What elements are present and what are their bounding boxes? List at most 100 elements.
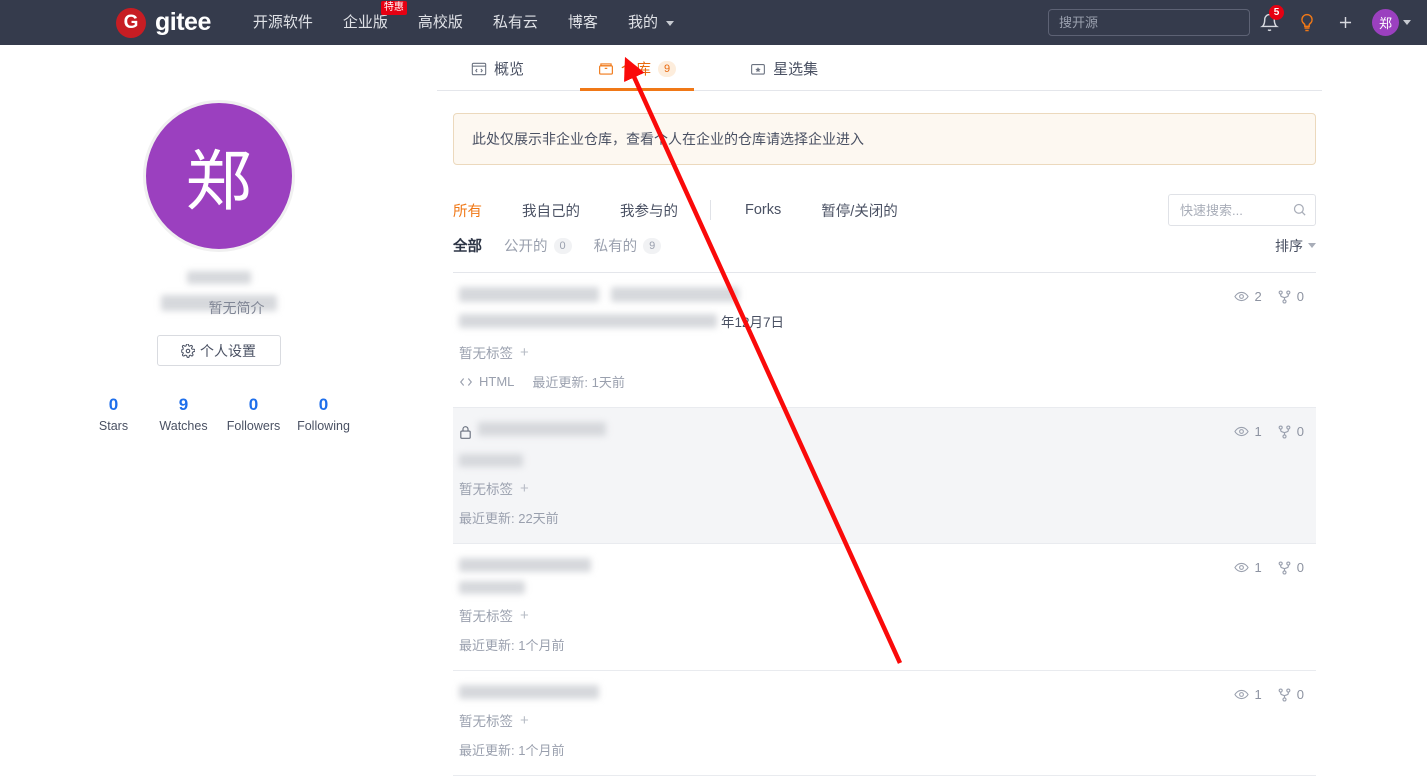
eye-icon bbox=[1233, 291, 1249, 302]
subfilter-all[interactable]: 全部 bbox=[453, 235, 482, 256]
filter-all[interactable]: 所有 bbox=[453, 200, 482, 221]
create-new-button[interactable] bbox=[1326, 0, 1364, 45]
user-menu-button[interactable]: 郑 bbox=[1364, 0, 1411, 45]
repo-description-redacted bbox=[459, 454, 523, 467]
nav-item-opensource-label: 开源软件 bbox=[252, 14, 313, 31]
tab-overview-label: 概览 bbox=[494, 61, 525, 78]
repo-watchers[interactable]: 1 bbox=[1233, 560, 1262, 575]
subfilter-public[interactable]: 公开的 0 bbox=[504, 235, 572, 256]
stat-stars-value: 0 bbox=[108, 395, 119, 414]
repo-list-item[interactable]: 暂无标签 + 最近更新: 1个月前 1 0 bbox=[453, 671, 1316, 776]
nav-item-university[interactable]: 高校版 bbox=[418, 0, 463, 45]
repo-metrics: 1 0 bbox=[1233, 687, 1304, 702]
repo-forks[interactable]: 0 bbox=[1278, 687, 1304, 702]
filter-participated[interactable]: 我参与的 bbox=[620, 200, 678, 221]
fork-icon bbox=[1278, 560, 1291, 575]
repo-watchers[interactable]: 1 bbox=[1233, 687, 1262, 702]
personal-settings-label: 个人设置 bbox=[200, 342, 256, 359]
repo-watchers[interactable]: 2 bbox=[1233, 289, 1262, 304]
nav-item-opensource[interactable]: 开源软件 bbox=[253, 0, 313, 45]
stat-stars[interactable]: 0 Stars bbox=[79, 395, 149, 433]
chevron-down-icon bbox=[1308, 243, 1316, 248]
tab-overview[interactable]: 概览 bbox=[453, 58, 542, 90]
personal-settings-button[interactable]: 个人设置 bbox=[156, 335, 281, 366]
nav-item-blog[interactable]: 博客 bbox=[568, 0, 598, 45]
repo-tags-label: 暂无标签 bbox=[459, 346, 513, 361]
repo-list-item[interactable]: 暂无标签 + 最近更新: 22天前 1 0 bbox=[453, 408, 1316, 544]
repo-forks-count: 0 bbox=[1296, 687, 1304, 702]
repo-title-row bbox=[459, 558, 1306, 572]
gitee-brand-logo[interactable]: G gitee bbox=[116, 7, 211, 38]
code-icon bbox=[459, 377, 473, 386]
repo-description-redacted bbox=[459, 314, 717, 328]
profile-avatar[interactable]: 郑 bbox=[142, 100, 295, 252]
add-tag-icon[interactable]: + bbox=[520, 480, 529, 497]
nav-item-privatecloud[interactable]: 私有云 bbox=[493, 0, 538, 45]
repo-forks[interactable]: 0 bbox=[1278, 289, 1304, 304]
repo-tags[interactable]: 暂无标签 + bbox=[459, 605, 1306, 625]
repo-forks[interactable]: 0 bbox=[1278, 560, 1304, 575]
nav-item-privatecloud-label: 私有云 bbox=[492, 14, 538, 31]
eye-icon bbox=[1233, 689, 1249, 700]
repo-name-redacted bbox=[478, 422, 606, 436]
sort-dropdown[interactable]: 排序 bbox=[1275, 236, 1316, 256]
repo-forks-count: 0 bbox=[1296, 424, 1304, 439]
top-navigation-bar: G gitee 开源软件 企业版 特惠 高校版 私有云 博客 我的 搜开源 5 … bbox=[0, 0, 1427, 45]
nav-item-enterprise-label: 企业版 bbox=[342, 14, 388, 31]
nav-item-blog-label: 博客 bbox=[567, 14, 598, 31]
repo-language-label: HTML bbox=[479, 374, 515, 389]
tab-repositories-count: 9 bbox=[658, 60, 677, 77]
repo-list-item[interactable]: 暂无标签 + 最近更新: 1个月前 1 0 bbox=[453, 544, 1316, 671]
fork-icon bbox=[1278, 687, 1291, 702]
repo-watchers[interactable]: 1 bbox=[1233, 424, 1262, 439]
stat-followers-label: Followers bbox=[226, 419, 281, 433]
chevron-down-icon bbox=[1403, 20, 1411, 25]
repo-description-row: 年12月7日 bbox=[459, 311, 1306, 331]
stat-watches[interactable]: 9 Watches bbox=[149, 395, 219, 433]
repo-tags-label: 暂无标签 bbox=[459, 482, 513, 497]
tab-starred-collections[interactable]: 星选集 bbox=[732, 58, 836, 90]
lightbulb-icon bbox=[1301, 13, 1313, 31]
fork-icon bbox=[1278, 424, 1291, 439]
add-tag-icon[interactable]: + bbox=[520, 344, 529, 361]
filter-forks[interactable]: Forks bbox=[745, 202, 781, 218]
add-tag-icon[interactable]: + bbox=[520, 712, 529, 729]
repo-description-row bbox=[459, 581, 1306, 594]
filter-paused-closed[interactable]: 暂停/关闭的 bbox=[821, 200, 898, 221]
global-search-input[interactable] bbox=[1048, 9, 1250, 36]
repo-tags[interactable]: 暂无标签 + bbox=[459, 478, 1306, 498]
nav-item-enterprise[interactable]: 企业版 特惠 bbox=[342, 0, 407, 45]
add-tag-icon[interactable]: + bbox=[520, 607, 529, 624]
avatar: 郑 bbox=[1372, 9, 1399, 36]
repo-updated-label: 最近更新: 1个月前 bbox=[459, 743, 565, 758]
repo-owner-redacted bbox=[611, 287, 739, 302]
enterprise-notice-banner: 此处仅展示非企业仓库，查看个人在企业的仓库请选择企业进入 bbox=[453, 113, 1316, 165]
repo-tags-label: 暂无标签 bbox=[459, 609, 513, 624]
repository-list: 年12月7日 暂无标签 + HTML 最近更新: 1天前 2 0 暂无标签 + … bbox=[453, 273, 1316, 776]
ideas-button[interactable] bbox=[1288, 0, 1326, 45]
repo-tags-label: 暂无标签 bbox=[459, 714, 513, 729]
filter-mine[interactable]: 我自己的 bbox=[522, 200, 580, 221]
enterprise-notice-text: 此处仅展示非企业仓库，查看个人在企业的仓库请选择企业进入 bbox=[472, 131, 864, 147]
nav-item-mine-label: 我的 bbox=[627, 14, 658, 31]
repo-list-item[interactable]: 年12月7日 暂无标签 + HTML 最近更新: 1天前 2 0 bbox=[453, 273, 1316, 408]
notifications-button[interactable]: 5 bbox=[1250, 0, 1288, 45]
sort-label: 排序 bbox=[1275, 237, 1303, 254]
repo-tags[interactable]: 暂无标签 + bbox=[459, 342, 1306, 362]
repo-tags[interactable]: 暂无标签 + bbox=[459, 710, 1306, 730]
nav-item-mine[interactable]: 我的 bbox=[627, 0, 675, 45]
repo-forks[interactable]: 0 bbox=[1278, 424, 1304, 439]
eye-icon bbox=[1233, 426, 1249, 437]
subfilter-public-count: 0 bbox=[553, 237, 572, 254]
promo-badge: 特惠 bbox=[380, 1, 407, 15]
repo-updated-label: 最近更新: 22天前 bbox=[459, 511, 559, 526]
repo-language: HTML bbox=[459, 374, 514, 389]
repo-watchers-count: 2 bbox=[1254, 289, 1262, 304]
search-icon[interactable] bbox=[1292, 202, 1307, 217]
repo-filter-bar: 所有 我自己的 我参与的 Forks 暂停/关闭的 bbox=[453, 190, 1316, 230]
main-nav-links: 开源软件 企业版 特惠 高校版 私有云 博客 我的 bbox=[253, 0, 675, 45]
stat-following[interactable]: 0 Following bbox=[289, 395, 359, 433]
tab-repositories[interactable]: 仓库 9 bbox=[580, 58, 695, 91]
subfilter-private[interactable]: 私有的 9 bbox=[594, 235, 662, 256]
stat-followers[interactable]: 0 Followers bbox=[219, 395, 289, 433]
